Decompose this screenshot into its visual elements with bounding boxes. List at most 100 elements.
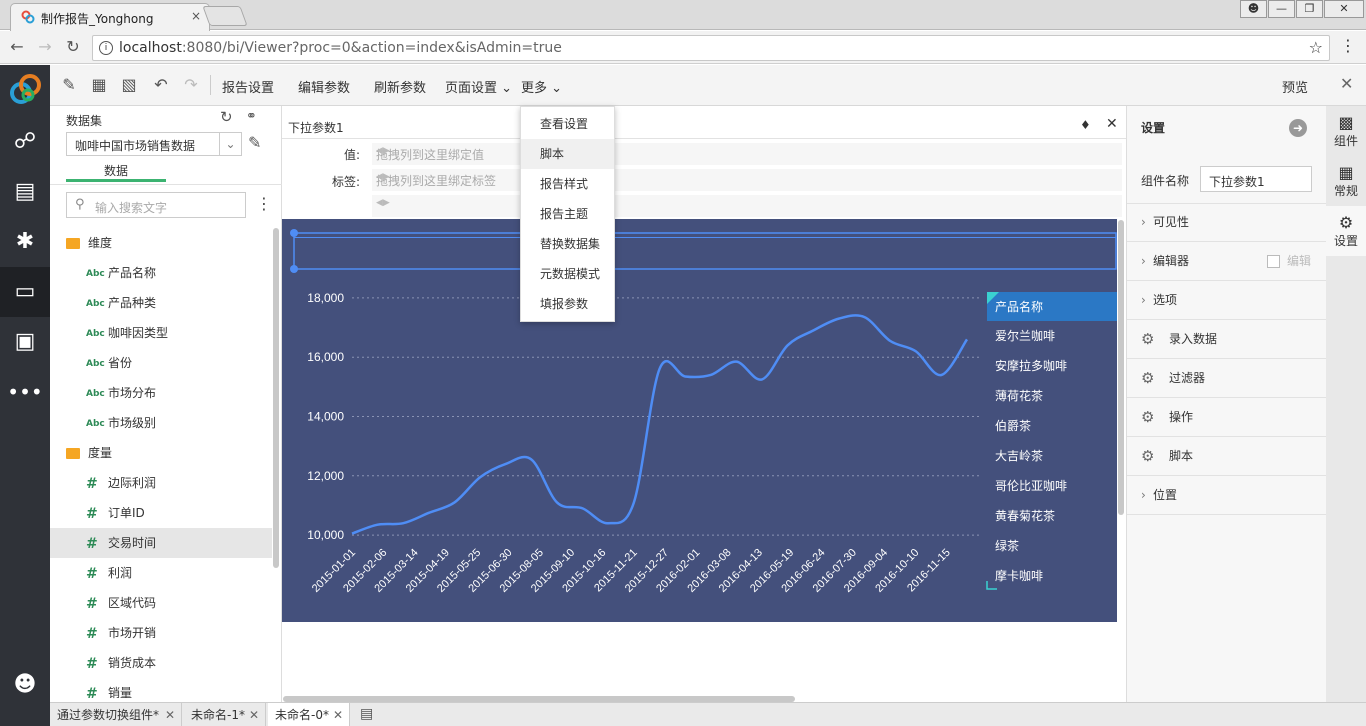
page-settings-button[interactable]: 页面设置 ⌄ <box>445 77 512 96</box>
edit-dataset-icon[interactable]: ✎ <box>248 133 261 152</box>
dropdown-item[interactable]: 脚本 <box>521 139 614 169</box>
browser-tab[interactable]: 制作报告_Yonghong × <box>10 3 210 31</box>
close-report-icon[interactable]: ✕ <box>1340 74 1353 93</box>
tab-data[interactable]: 数据 <box>66 162 166 182</box>
measure-field[interactable]: # 边际利润 <box>50 468 272 498</box>
report-chart-icon[interactable]: ▭ <box>0 267 50 317</box>
measure-field[interactable]: # 利润 <box>50 558 272 588</box>
dimension-field[interactable]: Abc 产品名称 <box>50 258 272 288</box>
report-tab-active[interactable]: 未命名-0* ✕ <box>268 703 350 726</box>
new-report-icon[interactable]: ✎ <box>58 74 80 96</box>
section-editor[interactable]: › 编辑器 编辑 <box>1127 242 1327 281</box>
edit-params-button[interactable]: 编辑参数 <box>298 77 350 96</box>
value-binding-drop[interactable]: 拖拽列到这里绑定值 ◀▶ <box>372 143 1122 165</box>
tree-scrollbar[interactable] <box>273 228 279 568</box>
measure-field[interactable]: # 市场开销 <box>50 618 272 648</box>
preview-button[interactable]: 预览 <box>1282 77 1308 96</box>
close-icon[interactable]: ✕ <box>249 703 259 726</box>
dataset-icon[interactable]: ▤ <box>0 167 50 217</box>
dataset-select[interactable]: 咖啡中国市场销售数据 ⌄ <box>66 132 242 156</box>
measure-field[interactable]: # 销货成本 <box>50 648 272 678</box>
dropdown-item[interactable]: 替换数据集 <box>521 229 614 259</box>
binding-area: 值: 拖拽列到这里绑定值 ◀▶ 标签: 拖拽列到这里绑定标签 ◀▶ ◀▶ <box>282 141 1126 219</box>
tag-binding-drop[interactable]: 拖拽列到这里绑定标签 ◀▶ <box>372 169 1122 191</box>
user-icon[interactable]: ☻ <box>1240 0 1267 18</box>
link-icon[interactable]: ☍ <box>0 117 50 167</box>
dimension-field[interactable]: Abc 市场分布 <box>50 378 272 408</box>
number-type-icon: # <box>86 595 98 612</box>
component-name-input[interactable]: 下拉参数1 <box>1200 166 1312 192</box>
measure-field[interactable]: # 交易时间 <box>50 528 272 558</box>
dropdown-item[interactable]: 报告主题 <box>521 199 614 229</box>
scroll-arrows-icon[interactable]: ◀▶ <box>376 172 1116 182</box>
close-window-icon[interactable]: ✕ <box>1324 0 1364 18</box>
close-icon[interactable]: ✕ <box>333 703 343 726</box>
dropdown-item[interactable]: 填报参数 <box>521 289 614 319</box>
dimension-field[interactable]: Abc 市场级别 <box>50 408 272 438</box>
measure-field[interactable]: # 订单ID <box>50 498 272 528</box>
more-button[interactable]: 更多 ⌄ <box>521 77 562 96</box>
report-tab[interactable]: 通过参数切换组件* ✕ <box>50 703 182 726</box>
report-tab[interactable]: 未命名-1* ✕ <box>184 703 266 726</box>
site-info-icon[interactable]: i <box>99 41 113 55</box>
url-input[interactable]: i localhost:8080/bi/Viewer?proc=0&action… <box>92 35 1330 61</box>
report-settings-button[interactable]: 报告设置 <box>222 77 274 96</box>
dropdown-item[interactable]: 报告样式 <box>521 169 614 199</box>
user-avatar-icon[interactable]: ☻ <box>0 660 50 710</box>
close-tab-icon[interactable]: × <box>191 9 201 23</box>
dimension-field[interactable]: Abc 咖啡因类型 <box>50 318 272 348</box>
close-icon[interactable]: ✕ <box>165 703 175 726</box>
field-label: 咖啡因类型 <box>108 326 169 340</box>
bookmark-star-icon[interactable]: ☆ <box>1309 38 1323 57</box>
search-input[interactable]: ⚲ 输入搜索文字 <box>66 192 246 218</box>
section-operation[interactable]: ⚙ 操作 <box>1127 398 1327 437</box>
tab-normal[interactable]: ▦ 常规 <box>1326 156 1366 206</box>
refresh-icon[interactable]: ↻ <box>220 108 233 126</box>
scroll-arrows-icon[interactable]: ◀▶ <box>376 198 1116 208</box>
close-component-icon[interactable]: ✕ <box>1106 116 1118 132</box>
restore-icon[interactable]: ❐ <box>1296 0 1323 18</box>
back-icon[interactable]: ← <box>6 37 28 57</box>
canvas-vertical-scrollbar[interactable] <box>1118 220 1124 515</box>
list-menu-icon[interactable]: ⋮ <box>256 194 272 213</box>
editor-checkbox[interactable] <box>1267 255 1280 268</box>
folder-measure[interactable]: 度量 <box>50 438 272 468</box>
new-tab-button[interactable] <box>202 6 248 26</box>
forward-icon[interactable]: → <box>34 37 56 57</box>
dropdown-item[interactable]: 元数据模式 <box>521 259 614 289</box>
arrow-right-circle-icon[interactable]: ➜ <box>1289 119 1307 137</box>
dimension-field[interactable]: Abc 产品种类 <box>50 288 272 318</box>
line-chart-component[interactable]: 10,000 12,000 14,000 16,000 18,000 2015-01-01… <box>282 219 1117 622</box>
presentation-icon[interactable]: ▣ <box>0 317 50 367</box>
reload-icon[interactable]: ↻ <box>62 37 84 57</box>
section-label: 编辑器 <box>1153 254 1190 268</box>
redo-icon[interactable]: ↷ <box>180 74 202 96</box>
section-script[interactable]: ⚙ 脚本 <box>1127 437 1327 476</box>
save-icon[interactable]: ▦ <box>88 74 110 96</box>
measure-field[interactable]: # 区域代码 <box>50 588 272 618</box>
scroll-arrows-icon[interactable]: ◀▶ <box>376 146 1116 156</box>
save-as-icon[interactable]: ▧ <box>118 74 140 96</box>
undo-icon[interactable]: ↶ <box>150 74 172 96</box>
section-options[interactable]: › 选项 <box>1127 281 1327 320</box>
section-visibility[interactable]: › 可见性 <box>1127 203 1327 242</box>
refresh-params-button[interactable]: 刷新参数 <box>374 77 426 96</box>
more-icon[interactable]: ••• <box>0 367 50 417</box>
browser-menu-icon[interactable]: ⋮ <box>1338 36 1358 58</box>
dropdown-item[interactable]: 查看设置 <box>521 109 614 139</box>
field-label: 市场开销 <box>108 626 157 640</box>
tab-settings[interactable]: ⚙ 设置 <box>1326 206 1366 256</box>
dimension-field[interactable]: Abc 省份 <box>50 348 272 378</box>
network-icon[interactable]: ✱ <box>0 217 50 267</box>
new-report-tab-icon[interactable]: ▤ <box>360 706 373 722</box>
eraser-icon[interactable]: ♦ <box>1080 118 1091 132</box>
folder-dimension[interactable]: 维度 <box>50 228 272 258</box>
section-position[interactable]: › 位置 <box>1127 476 1327 515</box>
extra-binding-drop[interactable]: ◀▶ <box>372 195 1122 217</box>
section-filter[interactable]: ⚙ 过滤器 <box>1127 359 1327 398</box>
section-input-data[interactable]: ⚙ 录入数据 <box>1127 320 1327 359</box>
link-dataset-icon[interactable]: ⚭ <box>246 109 257 124</box>
tab-component[interactable]: ▩ 组件 <box>1326 106 1366 156</box>
browser-tab-bar: 制作报告_Yonghong × ☻ — ❐ ✕ <box>0 0 1366 31</box>
minimize-icon[interactable]: — <box>1268 0 1295 18</box>
